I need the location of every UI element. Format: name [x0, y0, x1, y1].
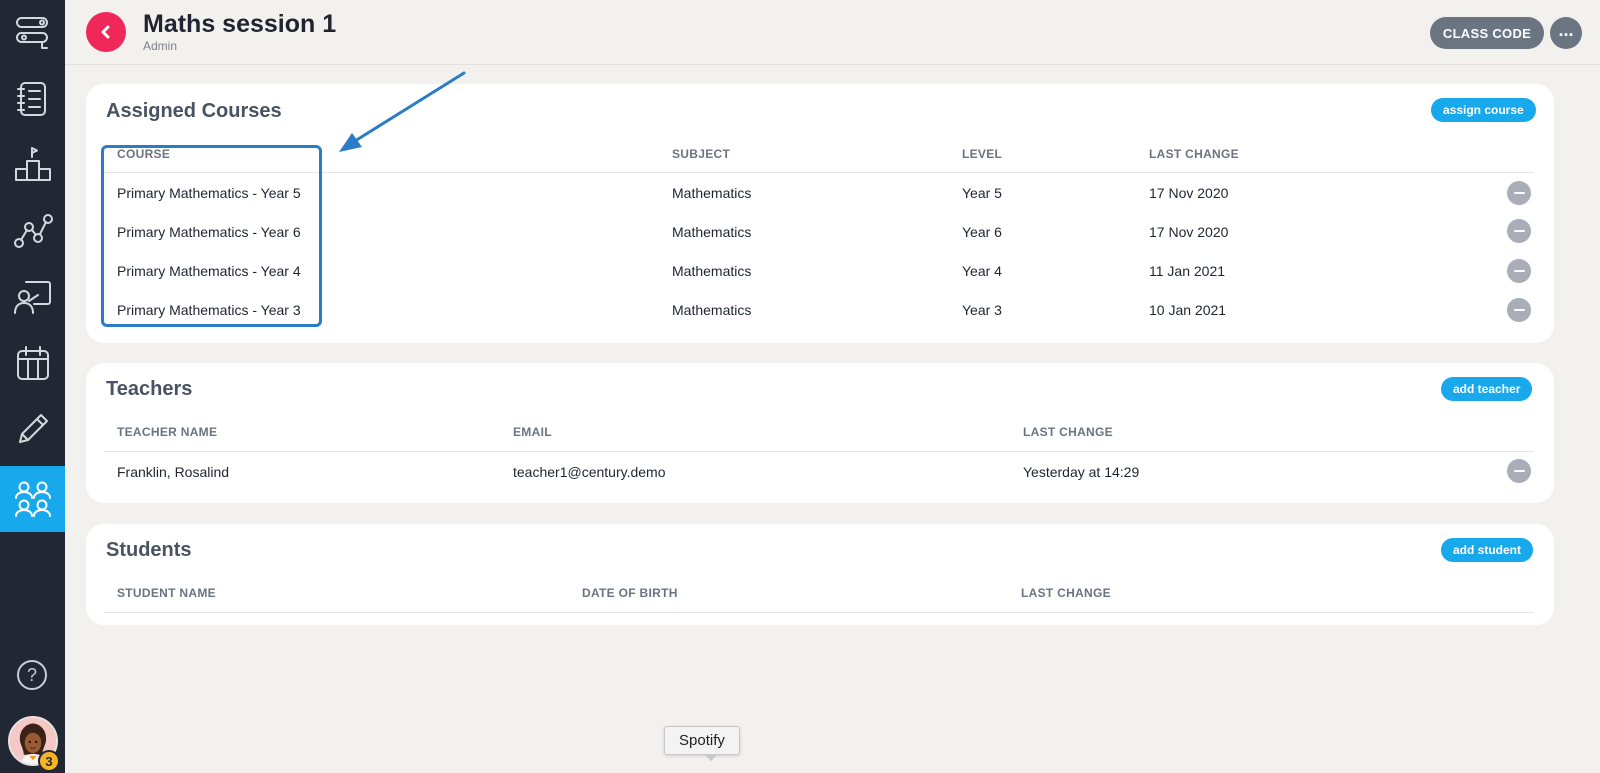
- sidebar-item-courses[interactable]: [0, 66, 65, 132]
- teachers-card: Teachers add teacher TEACHER NAME EMAIL …: [86, 363, 1554, 503]
- section-title: Students: [106, 539, 192, 561]
- sidebar-item-calendar[interactable]: [0, 330, 65, 396]
- teacher-name: Franklin, Rosalind: [117, 464, 230, 480]
- sidebar-item-teaching[interactable]: [0, 264, 65, 330]
- graph-nodes-icon: [13, 214, 53, 248]
- column-header-teacher-name: TEACHER NAME: [117, 425, 218, 439]
- course-name[interactable]: Primary Mathematics - Year 6: [117, 224, 301, 240]
- assign-course-button[interactable]: assign course: [1431, 98, 1536, 122]
- section-title: Teachers: [106, 378, 193, 400]
- course-last-change: 17 Nov 2020: [1149, 224, 1229, 240]
- header-divider: [104, 612, 1534, 613]
- course-name[interactable]: Primary Mathematics - Year 4: [117, 263, 301, 279]
- teacher-email: teacher1@century.demo: [513, 464, 666, 480]
- column-header-course: COURSE: [117, 147, 171, 161]
- course-subject: Mathematics: [672, 302, 752, 318]
- column-header-level: LEVEL: [962, 147, 1003, 161]
- users-icon: [14, 481, 51, 517]
- page-header: Maths session 1 Admin CLASS CODE ...: [65, 0, 1600, 65]
- course-level: Year 6: [962, 224, 1002, 240]
- course-subject: Mathematics: [672, 263, 752, 279]
- course-level: Year 3: [962, 302, 1002, 318]
- sidebar: ? 3: [0, 0, 65, 773]
- header-divider: [104, 451, 1534, 452]
- remove-course-button[interactable]: [1507, 181, 1531, 205]
- sidebar-item-leaderboard[interactable]: [0, 132, 65, 198]
- column-header-email: EMAIL: [513, 425, 552, 439]
- course-last-change: 17 Nov 2020: [1149, 185, 1229, 201]
- add-teacher-button[interactable]: add teacher: [1441, 377, 1533, 401]
- podium-icon: [14, 147, 51, 181]
- course-subject: Mathematics: [672, 224, 752, 240]
- column-header-student-name: STUDENT NAME: [117, 586, 216, 600]
- header-divider: [104, 172, 1534, 173]
- assigned-courses-card: Assigned Courses assign course COURSE SU…: [86, 84, 1554, 343]
- students-card: Students add student STUDENT NAME DATE O…: [86, 524, 1554, 625]
- page-title: Maths session 1: [143, 10, 337, 38]
- remove-course-button[interactable]: [1507, 298, 1531, 322]
- remove-teacher-button[interactable]: [1507, 459, 1531, 483]
- section-title: Assigned Courses: [106, 100, 282, 122]
- sidebar-item-assignments[interactable]: [0, 396, 65, 462]
- column-header-last-change: LAST CHANGE: [1021, 586, 1111, 600]
- column-header-last-change: LAST CHANGE: [1149, 147, 1239, 161]
- course-level: Year 5: [962, 185, 1002, 201]
- course-name[interactable]: Primary Mathematics - Year 5: [117, 185, 301, 201]
- calendar-icon: [16, 346, 49, 380]
- pencil-icon: [18, 414, 48, 443]
- sidebar-item-classes[interactable]: [0, 466, 65, 532]
- page-subtitle: Admin: [143, 39, 178, 53]
- tooltip-pointer: [704, 754, 718, 761]
- course-last-change: 11 Jan 2021: [1149, 263, 1226, 279]
- column-header-date-of-birth: DATE OF BIRTH: [582, 586, 678, 600]
- presentation-icon: [13, 281, 51, 314]
- column-header-last-change: LAST CHANGE: [1023, 425, 1113, 439]
- checklist-icon: [16, 82, 46, 116]
- column-header-subject: SUBJECT: [672, 147, 731, 161]
- sidebar-item-workflow[interactable]: [0, 0, 65, 66]
- course-last-change: 10 Jan 2021: [1149, 302, 1227, 318]
- class-code-button[interactable]: CLASS CODE: [1430, 17, 1544, 49]
- course-name[interactable]: Primary Mathematics - Year 3: [117, 302, 301, 318]
- chevron-left-icon: [101, 25, 110, 39]
- level-badge: 3: [38, 750, 60, 772]
- more-options-button[interactable]: ...: [1550, 17, 1582, 49]
- course-subject: Mathematics: [672, 185, 752, 201]
- teacher-last-change: Yesterday at 14:29: [1023, 464, 1140, 480]
- add-student-button[interactable]: add student: [1441, 538, 1533, 562]
- sidebar-item-analytics[interactable]: [0, 198, 65, 264]
- taskbar-tooltip: Spotify: [664, 726, 740, 755]
- remove-course-button[interactable]: [1507, 259, 1531, 283]
- workflow-icon: [15, 17, 48, 49]
- course-level: Year 4: [962, 263, 1002, 279]
- remove-course-button[interactable]: [1507, 219, 1531, 243]
- help-icon[interactable]: ?: [17, 660, 47, 690]
- back-button[interactable]: [86, 12, 126, 52]
